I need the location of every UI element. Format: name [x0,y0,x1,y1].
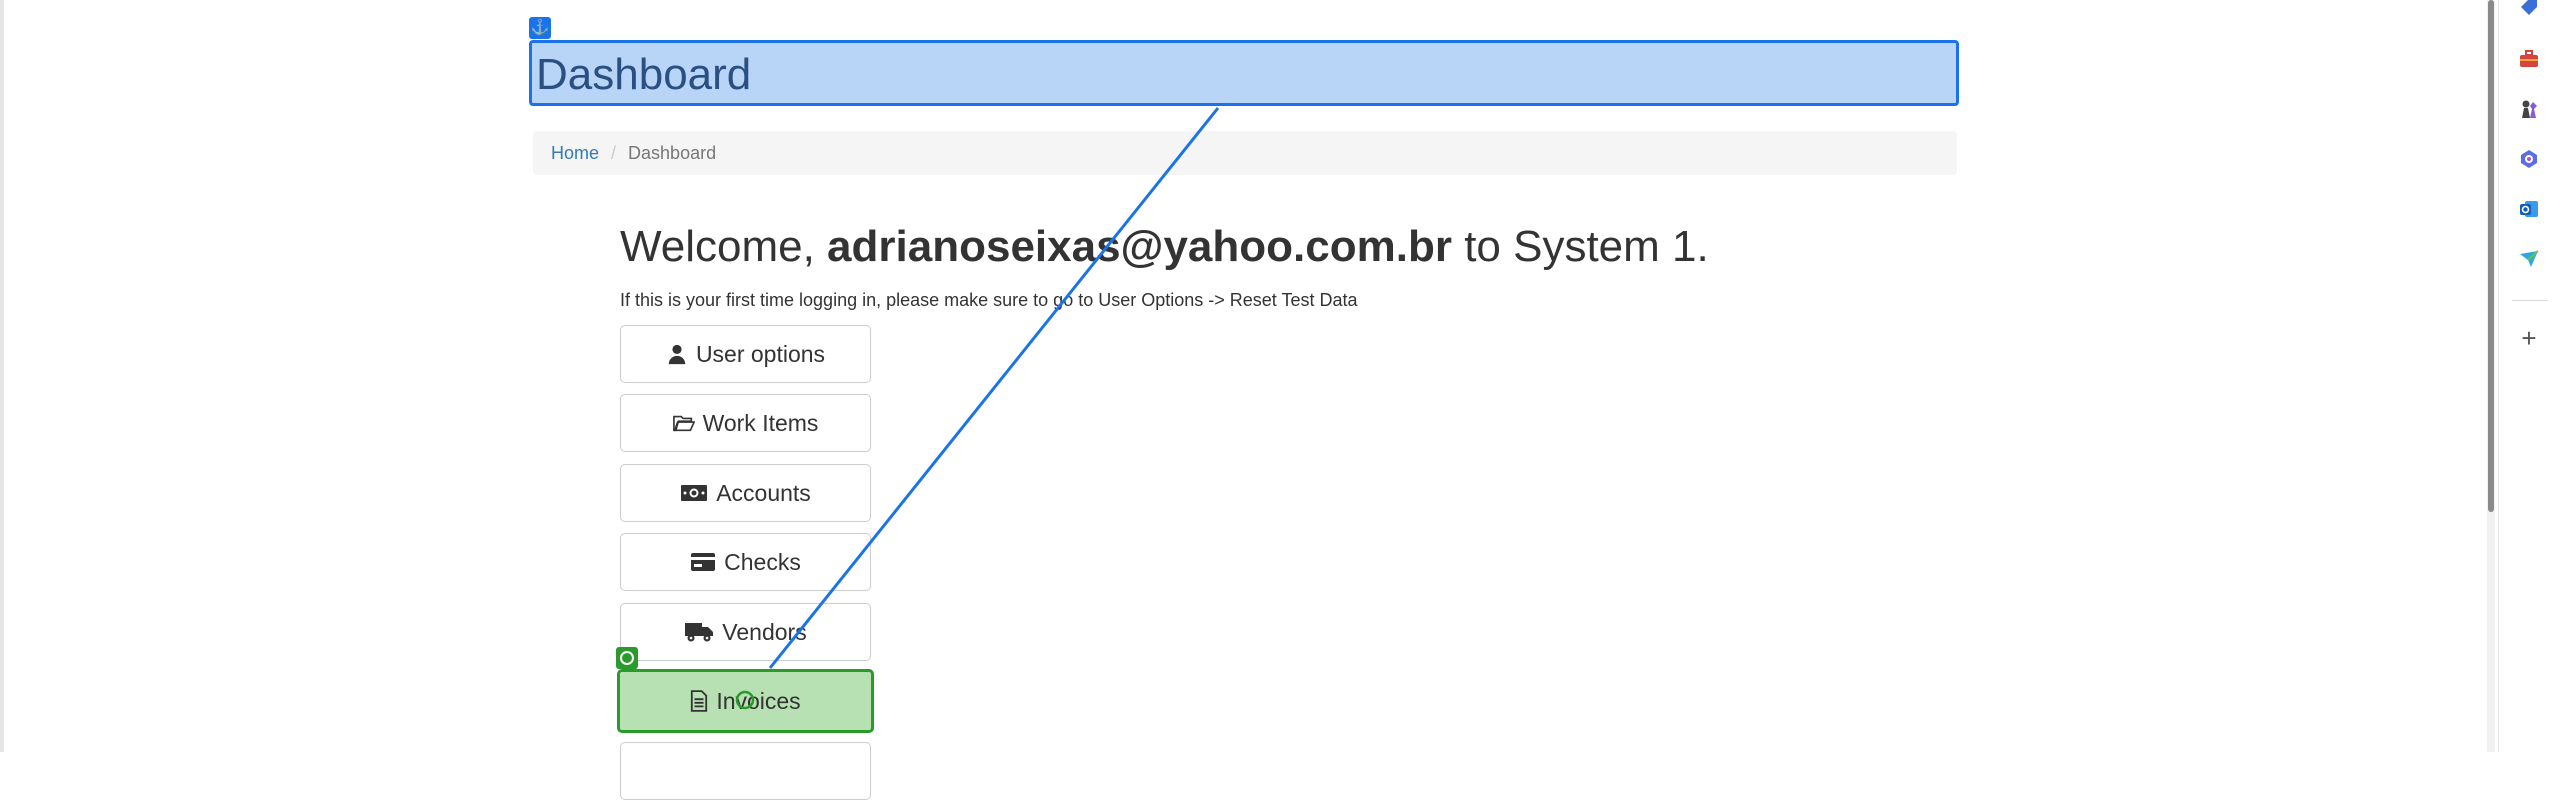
next-menu-button[interactable] [620,742,871,800]
accounts-label: Accounts [716,479,811,506]
checks-label: Checks [724,548,801,575]
credit-card-icon [690,552,716,572]
invoices-button[interactable]: Invoices [617,669,874,733]
folder-open-icon [672,412,695,434]
briefcase-icon[interactable] [2518,48,2540,70]
welcome-prefix: Welcome, [620,222,815,271]
send-icon[interactable] [2518,248,2540,270]
window-left-edge [0,0,4,752]
add-icon[interactable]: + [2516,325,2542,351]
first-login-hint: If this is your first time logging in, p… [620,290,1358,310]
user-icon [666,343,688,365]
welcome-user: adrianoseixas@yahoo.com.br [827,222,1452,271]
breadcrumb: Home / Dashboard [533,131,1957,175]
user-options-label: User options [695,340,826,367]
tag-icon[interactable] [2518,0,2540,18]
welcome-suffix: to System 1. [1464,222,1709,271]
breadcrumb-current: Dashboard [628,143,717,163]
breadcrumb-separator: / [611,143,617,163]
outlook-icon[interactable] [2518,198,2540,220]
anchor-icon: ⚓ [529,17,551,39]
scrollbar-thumb[interactable] [2488,0,2494,512]
page-header: Dashboard [529,40,1959,106]
breadcrumb-home-link[interactable]: Home [551,143,599,163]
annotation-connector-line [735,107,1220,710]
sidebar-divider [2512,300,2548,301]
page-title: Dashboard [536,50,752,99]
truck-icon [684,621,714,643]
copilot-icon[interactable] [2518,148,2540,170]
target-icon [616,647,638,669]
checks-button[interactable]: Checks [620,533,871,591]
vendors-button[interactable]: Vendors [620,603,871,661]
chess-icon[interactable] [2518,98,2540,120]
work-items-label: Work Items [702,409,819,436]
file-text-icon [690,690,708,712]
user-options-button[interactable]: User options [620,325,871,383]
work-items-button[interactable]: Work Items [620,394,871,452]
vendors-label: Vendors [722,618,807,645]
accounts-button[interactable]: Accounts [620,464,871,522]
invoices-label: Invoices [716,687,801,714]
welcome-heading: Welcome, adrianoseixas@yahoo.com.br to S… [620,222,1709,272]
money-bill-icon [680,483,708,503]
